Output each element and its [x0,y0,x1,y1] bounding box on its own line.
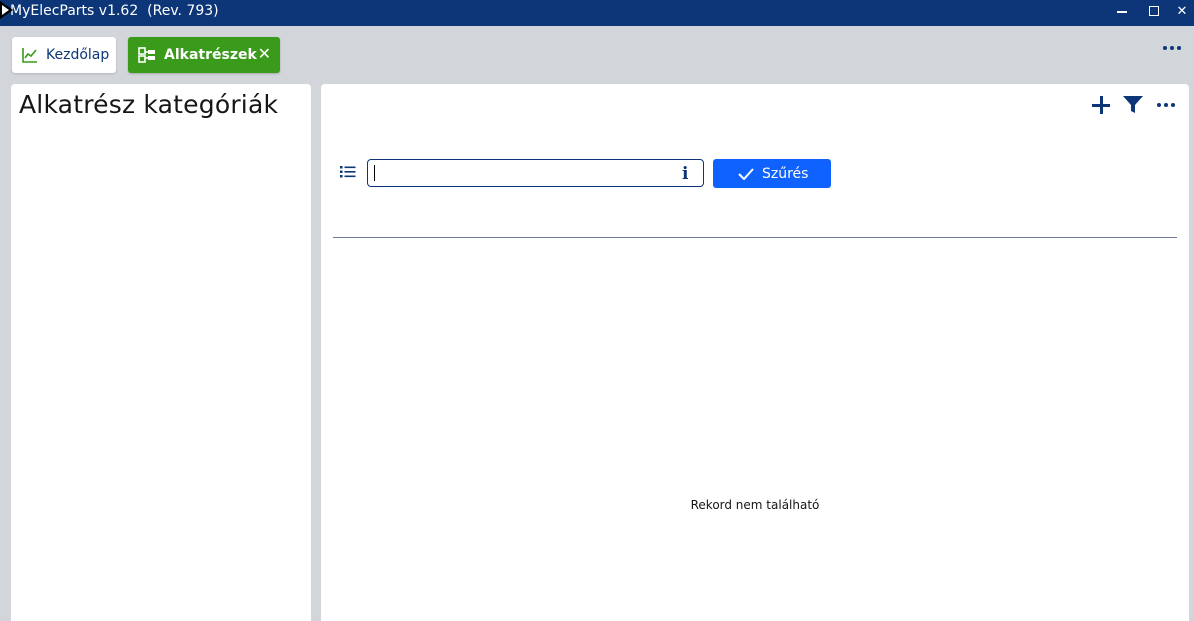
maximize-icon [1149,6,1159,16]
list-icon[interactable] [340,165,356,179]
chart-line-icon [22,48,37,63]
more-icon[interactable] [1163,46,1181,50]
divider [333,237,1177,238]
close-window-button[interactable]: ✕ [1166,0,1194,22]
parts-panel: i Szűrés Rekord nem található [321,84,1189,621]
panel-more-icon[interactable] [1157,103,1175,107]
tab-home-label: Kezdőlap [46,47,110,63]
close-tab-icon[interactable]: ✕ [258,46,271,62]
tab-parts-label: Alkatrészek [164,47,257,63]
tab-parts[interactable]: Alkatrészek ✕ [128,37,280,73]
categories-panel: Alkatrész kategóriák [11,84,311,621]
tab-home[interactable]: Kezdőlap [12,37,116,73]
title-bar: MyElecParts v1.62 (Rev. 793) ✕ [0,0,1194,26]
text-caret [374,165,375,181]
checkmark-icon [738,167,754,180]
categories-title: Alkatrész kategóriák [19,90,279,119]
filter-icon[interactable] [1122,95,1144,115]
window-title: MyElecParts v1.62 (Rev. 793) [10,3,219,19]
mouse-cursor-icon [0,1,13,19]
empty-message: Rekord nem található [690,498,820,512]
minimize-button[interactable] [1106,0,1138,22]
filter-button[interactable]: Szűrés [713,159,831,188]
close-icon: ✕ [1176,3,1188,19]
search-input[interactable] [372,163,672,183]
parts-tree-icon [138,47,155,63]
add-icon[interactable] [1091,95,1111,115]
search-field[interactable]: i [367,159,704,187]
filter-button-label: Szűrés [762,165,809,182]
info-icon[interactable]: i [682,164,688,184]
minimize-icon [1117,11,1127,13]
